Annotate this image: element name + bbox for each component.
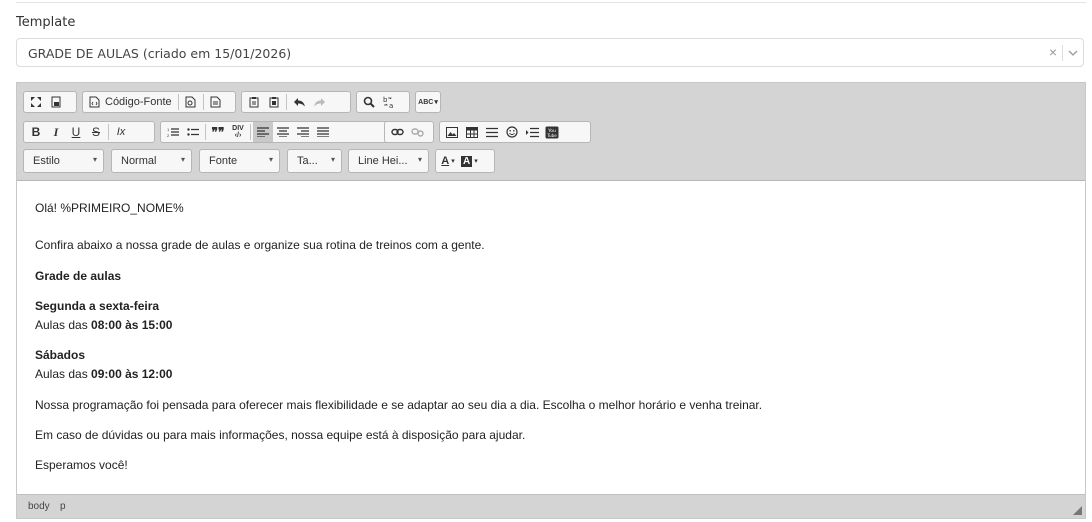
indent-list-icon[interactable]	[522, 123, 542, 141]
svg-text:b: b	[383, 96, 388, 104]
unlink-icon[interactable]	[407, 123, 427, 141]
chevron-down-icon: ▾	[180, 155, 185, 164]
image-icon[interactable]	[442, 123, 462, 141]
chevron-down-icon: ▾	[417, 155, 422, 164]
svg-text:2: 2	[167, 133, 170, 138]
toolbar-group-view	[23, 91, 77, 113]
weekday-hours-line: Aulas das 08:00 às 15:00	[35, 318, 173, 332]
replace-icon[interactable]: ba	[379, 93, 399, 111]
align-center-icon[interactable]	[273, 123, 293, 141]
toolbar-group-insert: You Tube	[439, 121, 591, 143]
svg-text:Tube: Tube	[546, 133, 557, 138]
youtube-icon[interactable]: You Tube	[542, 123, 562, 141]
spellcheck-icon[interactable]: ABC ▾	[418, 93, 438, 111]
search-icon[interactable]	[359, 93, 379, 111]
paste-icon[interactable]	[244, 93, 264, 111]
toolbar-separator	[286, 94, 287, 110]
format-combo[interactable]: Normal ▾	[111, 149, 192, 173]
font-size-combo[interactable]: Ta... ▾	[287, 149, 342, 173]
closing-paragraph: Esperamos você!	[35, 458, 128, 472]
style-combo[interactable]: Estilo ▾	[23, 149, 104, 173]
top-divider	[16, 0, 1086, 3]
format-combo-label: Normal	[121, 155, 157, 167]
saturday-title: Sábados	[35, 348, 86, 362]
rich-text-editor: Código-Fonte b a ABC ▾ B I U S Ix 1 2 ❞❞…	[16, 82, 1086, 519]
template-select-value: GRADE DE AULAS (criado em 15/01/2026)	[28, 46, 292, 61]
maximize-icon[interactable]	[26, 93, 46, 111]
template-select[interactable]: GRADE DE AULAS (criado em 15/01/2026) ×	[16, 38, 1084, 67]
align-right-icon[interactable]	[293, 123, 313, 141]
text-color-button[interactable]: A ▾	[438, 152, 458, 170]
toolbar-separator	[250, 124, 251, 140]
source-code-label: Código-Fonte	[105, 96, 172, 108]
svg-text:1: 1	[167, 127, 170, 132]
bulleted-list-icon[interactable]	[183, 123, 203, 141]
font-size-combo-label: Ta...	[297, 155, 318, 167]
intro-paragraph: Confira abaixo a nossa grade de aulas e …	[35, 238, 485, 252]
redo-icon[interactable]	[309, 93, 329, 111]
editor-statusbar: body p	[17, 494, 1085, 518]
undo-icon[interactable]	[289, 93, 309, 111]
clear-icon[interactable]: ×	[1049, 44, 1057, 60]
underline-button[interactable]: U	[66, 123, 86, 141]
numbered-list-icon[interactable]: 12	[163, 123, 183, 141]
font-combo[interactable]: Fonte ▾	[199, 149, 280, 173]
toolbar-group-paragraph: 12 ❞❞ DIV ‹/›	[160, 121, 418, 143]
saturday-hours: 09:00 às 12:00	[91, 367, 173, 381]
toolbar-separator	[205, 124, 206, 140]
toolbar-group-links	[384, 121, 434, 143]
path-element-p[interactable]: p	[60, 501, 66, 512]
source-icon	[89, 96, 100, 108]
greeting-line: Olá! %PRIMEIRO_NOME%	[35, 201, 184, 215]
weekday-title: Segunda a sexta-feira	[35, 299, 160, 313]
chevron-down-icon[interactable]	[1068, 48, 1078, 58]
italic-button[interactable]: I	[46, 123, 66, 141]
templates-icon[interactable]	[206, 93, 226, 111]
editor-toolbar: Código-Fonte b a ABC ▾ B I U S Ix 1 2 ❞❞…	[17, 83, 1085, 181]
program-paragraph: Nossa programação foi pensada para ofere…	[35, 398, 763, 412]
table-icon[interactable]	[462, 123, 482, 141]
source-code-button[interactable]: Código-Fonte	[85, 93, 176, 111]
saturday-hours-line: Aulas das 09:00 às 12:00	[35, 367, 173, 381]
select-separator	[1062, 45, 1063, 61]
chevron-down-icon: ▾	[330, 155, 335, 164]
show-blocks-icon[interactable]	[46, 93, 66, 111]
blockquote-icon[interactable]: ❞❞	[208, 123, 228, 141]
doubts-paragraph: Em caso de dúvidas ou para mais informaç…	[35, 428, 526, 442]
toolbar-separator	[202, 94, 204, 110]
smiley-icon[interactable]	[502, 123, 522, 141]
schedule-heading: Grade de aulas	[35, 269, 122, 283]
bold-button[interactable]: B	[26, 123, 46, 141]
toolbar-group-clipboard	[241, 91, 351, 113]
toolbar-group-document: Código-Fonte	[82, 91, 236, 113]
align-justify-icon[interactable]	[313, 123, 333, 141]
line-height-combo[interactable]: Line Hei... ▾	[348, 149, 429, 173]
horizontal-rule-icon[interactable]	[482, 123, 502, 141]
toolbar-group-basicstyles: B I U S Ix	[23, 121, 155, 143]
path-element-body[interactable]: body	[28, 501, 50, 512]
create-div-icon[interactable]: DIV ‹/›	[228, 123, 248, 141]
weekday-hours: 08:00 às 15:00	[91, 318, 173, 332]
template-label: Template	[16, 15, 76, 30]
toolbar-group-find: ba	[356, 91, 410, 113]
toolbar-separator	[177, 94, 179, 110]
align-left-icon[interactable]	[253, 122, 273, 142]
chevron-down-icon: ▾	[268, 155, 273, 164]
toolbar-group-colors: A ▾ A ▾	[435, 149, 495, 173]
preview-icon[interactable]	[181, 93, 201, 111]
toolbar-separator	[108, 124, 109, 140]
remove-format-icon[interactable]: Ix	[111, 123, 131, 141]
link-icon[interactable]	[387, 123, 407, 141]
paste-text-icon[interactable]	[264, 93, 284, 111]
chevron-down-icon: ▾	[92, 155, 97, 164]
background-color-button[interactable]: A ▾	[458, 152, 481, 170]
resize-handle-icon[interactable]	[1073, 506, 1082, 515]
svg-text:a: a	[389, 102, 393, 109]
strikethrough-button[interactable]: S	[86, 123, 106, 141]
style-combo-label: Estilo	[33, 155, 60, 167]
line-height-combo-label: Line Hei...	[358, 155, 408, 167]
toolbar-group-spell: ABC ▾	[415, 91, 441, 113]
font-combo-label: Fonte	[209, 155, 238, 167]
